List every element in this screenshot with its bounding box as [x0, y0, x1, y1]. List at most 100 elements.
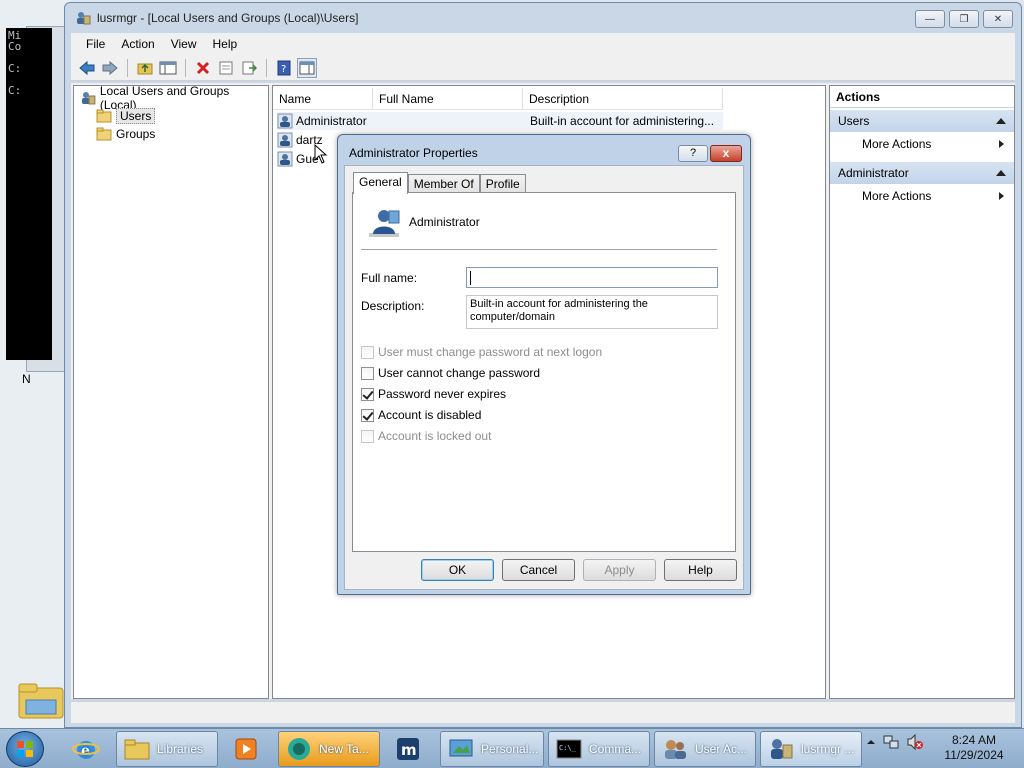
- dialog-body: General Member Of Profile Administrator …: [344, 165, 744, 590]
- folder-icon: [96, 109, 112, 123]
- personalize-icon: [449, 739, 473, 757]
- checkbox[interactable]: [361, 366, 374, 380]
- list-item-administrator[interactable]: Administrator Built-in account for admin…: [277, 112, 723, 130]
- checkbox[interactable]: [361, 429, 374, 443]
- up-one-level-button[interactable]: [135, 58, 155, 78]
- column-header-name[interactable]: Name: [273, 88, 373, 110]
- checkbox-account-locked-out[interactable]: Account is locked out: [361, 429, 491, 443]
- export-list-button[interactable]: [239, 58, 259, 78]
- collapse-triangle-icon[interactable]: [996, 118, 1006, 124]
- column-header-full-name[interactable]: Full Name: [373, 88, 523, 110]
- separator-line: [361, 249, 717, 250]
- account-name: Administrator: [409, 215, 480, 229]
- ok-button[interactable]: OK: [421, 559, 494, 581]
- toolbar-separator: [127, 58, 128, 77]
- forward-arrow-icon: [102, 60, 118, 75]
- list-item-guest[interactable]: Gue: [277, 150, 319, 168]
- taskbar-libraries[interactable]: Libraries: [116, 731, 218, 767]
- folder-icon: [124, 739, 150, 760]
- actions-title: Actions: [830, 86, 1014, 108]
- administrator-properties-dialog[interactable]: Administrator Properties ? x General Mem…: [337, 134, 751, 595]
- taskbar-media-player[interactable]: [226, 731, 270, 767]
- browser-icon: [288, 738, 310, 760]
- svg-text:?: ?: [281, 64, 286, 75]
- users-groups-icon: [81, 92, 96, 105]
- taskbar-command-prompt[interactable]: C:\_ Comma...: [548, 731, 650, 767]
- show-hide-tree-button[interactable]: [158, 58, 178, 78]
- actions-section-label: Administrator: [838, 166, 909, 180]
- taskbar-clock[interactable]: 8:24 AM 11/29/2024: [938, 733, 1010, 763]
- console-tree: Local Users and Groups (Local) Users Gro…: [73, 84, 269, 699]
- checkbox[interactable]: [361, 345, 374, 359]
- restore-button[interactable]: ❐: [949, 10, 979, 28]
- system-tray: [866, 733, 924, 751]
- tree-item-groups[interactable]: Groups: [96, 125, 155, 143]
- volume-muted-icon[interactable]: [906, 733, 924, 751]
- dialog-help-button[interactable]: ?: [678, 145, 708, 162]
- apply-button[interactable]: Apply: [583, 559, 656, 581]
- checkbox-cannot-change-password[interactable]: User cannot change password: [361, 366, 540, 380]
- more-actions-label: More Actions: [862, 189, 932, 203]
- show-action-pane-button[interactable]: [297, 57, 317, 78]
- menu-view[interactable]: View: [166, 37, 202, 51]
- tab-member-of[interactable]: Member Of: [407, 174, 480, 193]
- taskbar-lusrmgr[interactable]: lusrmgr ...: [760, 731, 862, 767]
- mouse-cursor-icon: [314, 144, 328, 164]
- full-name-input[interactable]: [466, 267, 718, 288]
- description-input[interactable]: Built-in account for administering the c…: [466, 295, 718, 329]
- actions-section-administrator[interactable]: Administrator: [830, 162, 1014, 184]
- more-actions-label: More Actions: [862, 137, 932, 151]
- tree-item-users[interactable]: Users: [96, 107, 156, 125]
- column-header-description[interactable]: Description: [523, 88, 723, 110]
- taskbar-user-accounts[interactable]: User Ac...: [654, 731, 756, 767]
- user-account-icon: [369, 210, 400, 237]
- checkbox-must-change-password[interactable]: User must change password at next logon: [361, 345, 602, 359]
- more-actions-administrator[interactable]: More Actions: [830, 184, 1014, 208]
- maxthon-icon: m: [397, 738, 419, 760]
- taskbar-item-label: Personal...: [481, 742, 539, 756]
- menu-action[interactable]: Action: [116, 37, 159, 51]
- tab-strip: General Member Of Profile: [353, 172, 526, 194]
- dialog-close-button[interactable]: x: [710, 145, 742, 162]
- command-prompt-icon: C:\_: [556, 739, 582, 759]
- checkbox-label: Account is locked out: [378, 429, 492, 443]
- action-pane-icon: [299, 61, 315, 74]
- help-dialog-button[interactable]: Help: [664, 559, 737, 581]
- checkbox-account-disabled[interactable]: Account is disabled: [361, 408, 481, 422]
- delete-button[interactable]: [193, 58, 213, 78]
- taskbar-personalize[interactable]: Personal...: [440, 731, 544, 767]
- desktop-icon-label[interactable]: N: [22, 372, 31, 386]
- background-command-output: Mi Co C: C:: [6, 28, 52, 360]
- checkbox[interactable]: [361, 408, 374, 422]
- taskbar-ie[interactable]: e: [66, 731, 110, 767]
- actions-section-users[interactable]: Users: [830, 110, 1014, 132]
- show-hidden-icons-icon[interactable]: [866, 737, 876, 747]
- cancel-button[interactable]: Cancel: [502, 559, 575, 581]
- more-actions-users[interactable]: More Actions: [830, 132, 1014, 156]
- tree-root[interactable]: Local Users and Groups (Local): [80, 84, 268, 112]
- taskbar-maxthon[interactable]: m: [388, 731, 432, 767]
- help-button[interactable]: ?: [274, 58, 294, 78]
- media-player-icon: [235, 738, 257, 760]
- forward-button[interactable]: [100, 58, 120, 78]
- tab-profile[interactable]: Profile: [479, 174, 526, 193]
- checkbox-password-never-expires[interactable]: Password never expires: [361, 387, 506, 401]
- properties-button[interactable]: [216, 58, 236, 78]
- menu-file[interactable]: File: [81, 37, 110, 51]
- lusrmgr-icon: [771, 739, 793, 759]
- tab-general[interactable]: General: [353, 172, 408, 194]
- start-button[interactable]: [6, 731, 44, 767]
- network-icon[interactable]: [882, 733, 900, 751]
- menu-help[interactable]: Help: [208, 37, 243, 51]
- taskbar-new-tab[interactable]: New Ta...: [278, 731, 380, 767]
- checkbox[interactable]: [361, 387, 374, 401]
- back-button[interactable]: [77, 58, 97, 78]
- collapse-triangle-icon[interactable]: [996, 170, 1006, 176]
- tree-item-label: Groups: [116, 127, 156, 141]
- user-name: Administrator: [296, 114, 367, 128]
- desktop-folder-icon[interactable]: [18, 680, 64, 720]
- taskbar-item-label: lusrmgr ...: [801, 742, 855, 756]
- close-window-button[interactable]: ✕: [983, 10, 1013, 28]
- window-titlebar[interactable]: lusrmgr - [Local Users and Groups (Local…: [65, 3, 1021, 33]
- minimize-button[interactable]: —: [915, 10, 945, 28]
